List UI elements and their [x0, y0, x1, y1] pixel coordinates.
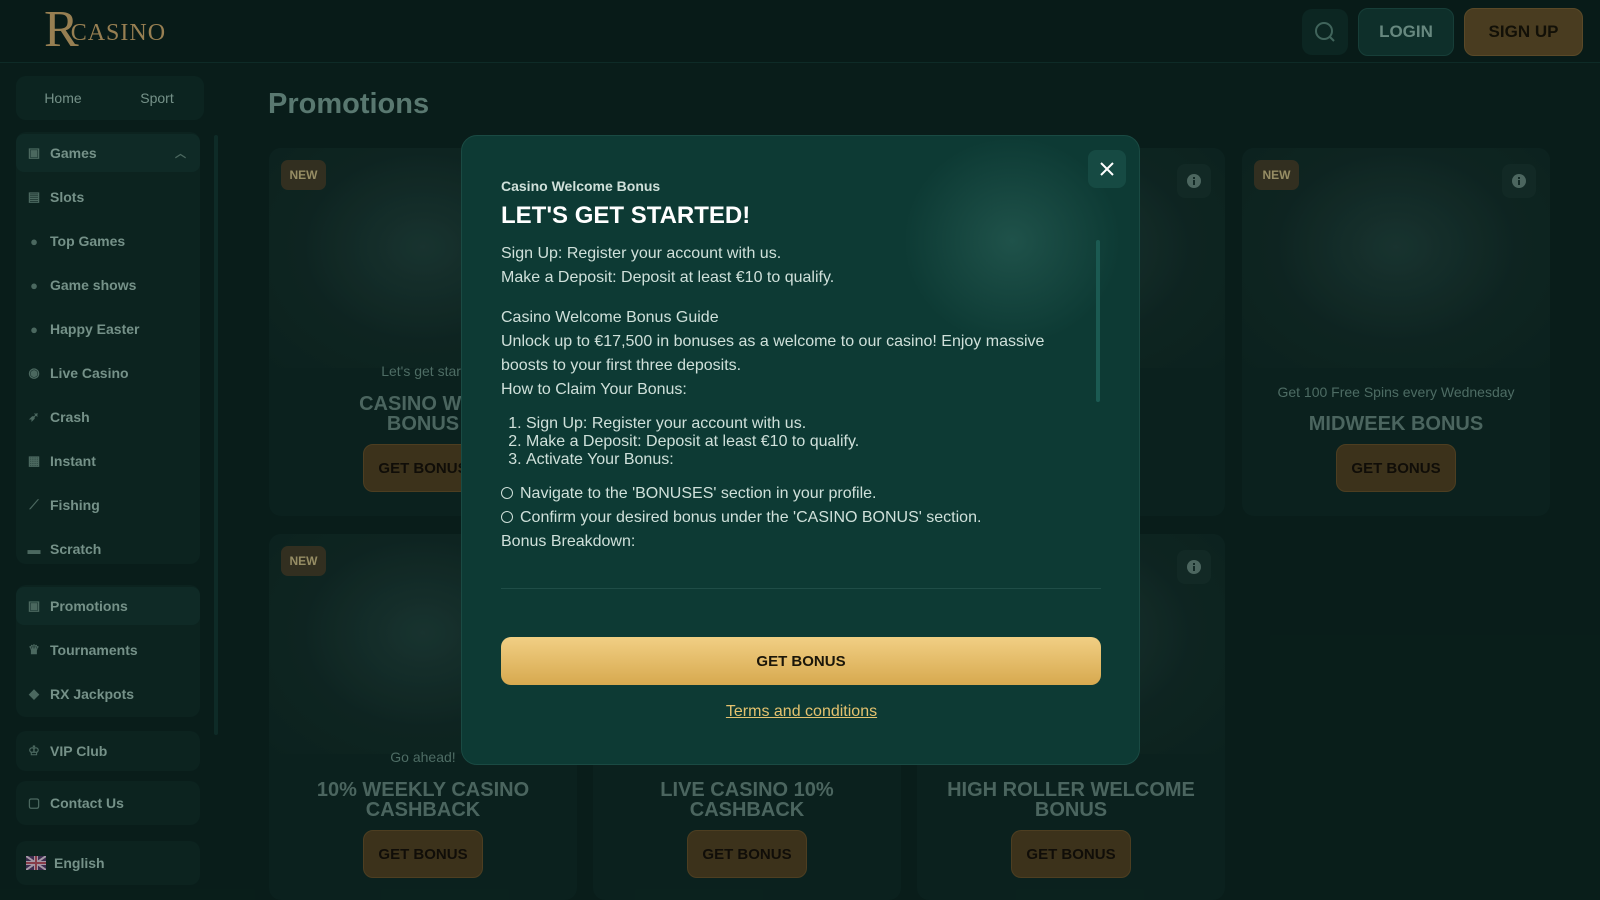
step-item: Activate Your Bonus:: [526, 451, 1081, 469]
bonus-modal: Casino Welcome Bonus LET'S GET STARTED! …: [461, 135, 1140, 765]
modal-body: Sign Up: Register your account with us. …: [501, 242, 1081, 554]
substep-item: Confirm your desired bonus under the 'CA…: [501, 506, 1081, 530]
modal-title: LET'S GET STARTED!: [501, 202, 751, 229]
how-to-heading: How to Claim Your Bonus:: [501, 381, 687, 398]
modal-scrollbar[interactable]: [1096, 240, 1100, 402]
circle-bullet-icon: [501, 511, 513, 523]
breakdown-heading: Bonus Breakdown:: [501, 533, 636, 550]
step-item: Make a Deposit: Deposit at least €10 to …: [526, 433, 1081, 451]
guide-text: Unlock up to €17,500 in bonuses as a wel…: [501, 333, 1045, 374]
close-icon: [1100, 162, 1114, 176]
terms-link[interactable]: Terms and conditions: [462, 703, 1139, 721]
modal-get-bonus-button[interactable]: GET BONUS: [501, 637, 1101, 685]
step-item: Sign Up: Register your account with us.: [526, 415, 1081, 433]
modal-line: Sign Up: Register your account with us.: [501, 245, 782, 262]
circle-bullet-icon: [501, 487, 513, 499]
modal-eyebrow: Casino Welcome Bonus: [501, 178, 661, 194]
close-button[interactable]: [1088, 150, 1126, 188]
modal-line: Make a Deposit: Deposit at least €10 to …: [501, 269, 835, 286]
steps-list: Sign Up: Register your account with us. …: [526, 415, 1081, 469]
guide-title: Casino Welcome Bonus Guide: [501, 309, 719, 326]
substep-item: Navigate to the 'BONUSES' section in you…: [501, 482, 1081, 506]
modal-divider: [501, 588, 1101, 589]
